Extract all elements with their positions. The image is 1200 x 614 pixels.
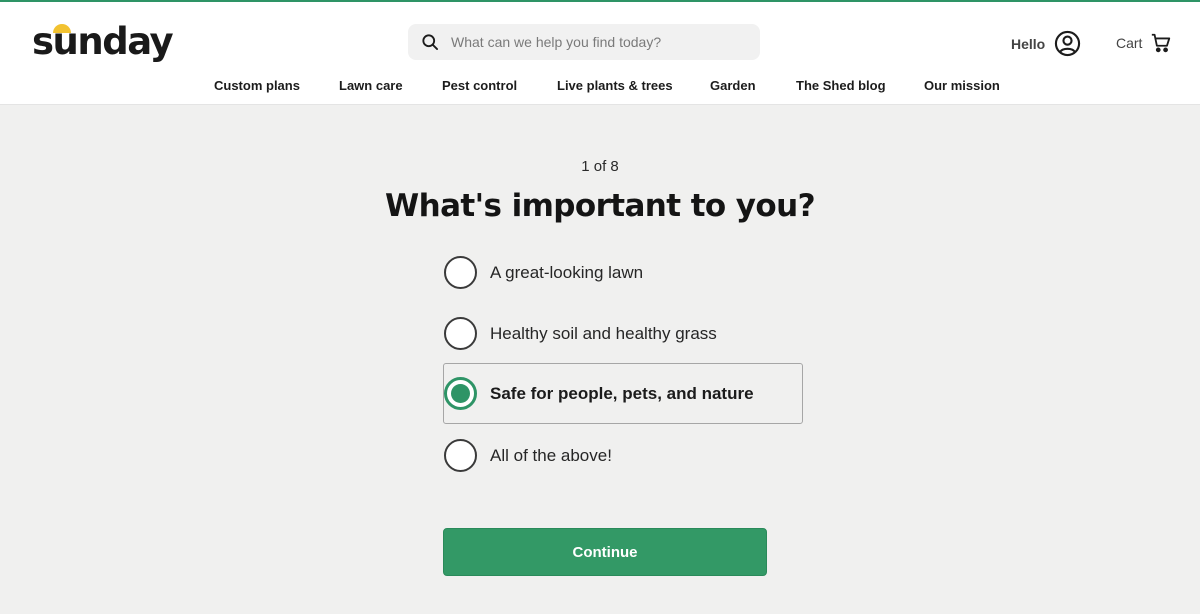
sunday-logo[interactable]: sunday	[32, 20, 174, 64]
quiz-option-great-looking-lawn[interactable]: A great-looking lawn	[443, 242, 803, 303]
option-label: A great-looking lawn	[490, 262, 644, 282]
cart-label: Cart	[1116, 35, 1143, 51]
radio-dot	[451, 384, 470, 403]
radio-button[interactable]	[444, 317, 477, 350]
nav-item-live-plants-trees[interactable]: Live plants & trees	[557, 78, 673, 93]
account-greeting: Hello	[1011, 35, 1046, 52]
nav-item-custom-plans[interactable]: Custom plans	[214, 78, 300, 93]
search-input[interactable]	[451, 34, 741, 50]
top-header: sunday Hello Cart Custom plans Lawn care…	[0, 0, 1200, 105]
nav-item-our-mission[interactable]: Our mission	[924, 78, 1000, 93]
radio-button[interactable]	[444, 256, 477, 289]
shopping-cart-icon	[1152, 33, 1171, 53]
nav-item-garden[interactable]: Garden	[710, 78, 756, 93]
quiz-option-healthy-soil[interactable]: Healthy soil and healthy grass	[443, 303, 803, 364]
search-bar[interactable]	[408, 24, 760, 60]
option-label: All of the above!	[490, 445, 612, 465]
option-label: Safe for people, pets, and nature	[490, 383, 754, 403]
logo-text: sunday	[32, 20, 174, 63]
main-nav: Custom plans Lawn care Pest control Live…	[0, 78, 1200, 98]
quiz-option-all-of-the-above[interactable]: All of the above!	[443, 425, 803, 486]
continue-button[interactable]: Continue	[443, 528, 767, 576]
quiz-question: What's important to you?	[385, 188, 816, 224]
quiz-option-safe-for-people-pets-nature[interactable]: Safe for people, pets, and nature	[443, 363, 803, 424]
nav-item-shed-blog[interactable]: The Shed blog	[796, 78, 886, 93]
search-icon	[422, 34, 438, 50]
radio-button-selected[interactable]	[444, 377, 477, 410]
option-label: Healthy soil and healthy grass	[490, 323, 717, 343]
radio-button[interactable]	[444, 439, 477, 472]
cart-button[interactable]: Cart	[1116, 32, 1172, 54]
nav-item-pest-control[interactable]: Pest control	[442, 78, 517, 93]
account-button[interactable]: Hello	[1011, 30, 1081, 57]
user-circle-icon	[1055, 30, 1081, 57]
quiz-step-counter: 1 of 8	[581, 158, 619, 175]
nav-item-lawn-care[interactable]: Lawn care	[339, 78, 403, 93]
